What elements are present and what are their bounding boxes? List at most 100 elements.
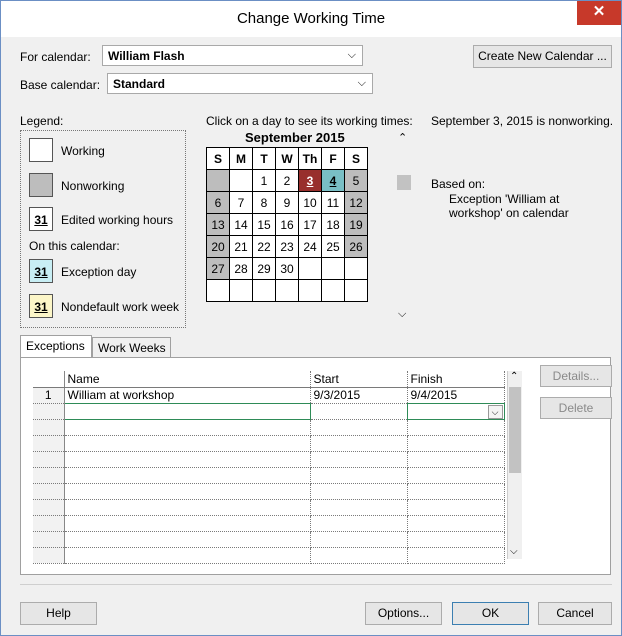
calendar-day[interactable]: 28 (229, 257, 253, 280)
calendar-day[interactable]: 2 (275, 169, 299, 192)
table-cell[interactable] (407, 435, 505, 452)
calendar-day[interactable] (206, 279, 230, 302)
table-cell[interactable] (64, 435, 311, 452)
row-number[interactable] (33, 403, 65, 420)
table-cell[interactable] (310, 451, 408, 468)
table-cell[interactable] (310, 467, 408, 484)
table-cell[interactable] (407, 515, 505, 532)
calendar-day[interactable] (252, 279, 276, 302)
table-cell[interactable] (407, 467, 505, 484)
calendar-day[interactable] (344, 257, 368, 280)
help-button[interactable]: Help (20, 602, 97, 625)
column-header-name[interactable]: Name (64, 371, 311, 388)
table-cell[interactable] (64, 547, 311, 564)
exception-finish-cell[interactable]: 9/4/2015 (407, 387, 505, 404)
row-number[interactable] (33, 419, 65, 436)
exception-name-cell[interactable]: William at workshop (64, 387, 311, 404)
ok-button[interactable]: OK (452, 602, 529, 625)
table-cell[interactable] (407, 451, 505, 468)
tab-exceptions[interactable]: Exceptions (20, 335, 92, 359)
calendar-day[interactable] (344, 279, 368, 302)
table-cell[interactable] (407, 483, 505, 500)
table-cell-active[interactable] (63, 402, 311, 420)
calendar-day-exception[interactable]: 4 (321, 169, 345, 192)
create-new-calendar-button[interactable]: Create New Calendar ... (473, 45, 612, 68)
calendar-day[interactable]: 1 (252, 169, 276, 192)
calendar-day[interactable]: 27 (206, 257, 230, 280)
row-number[interactable]: 1 (33, 387, 65, 404)
calendar-day[interactable]: 10 (298, 191, 322, 214)
calendar-day[interactable]: 15 (252, 213, 276, 236)
base-calendar-combo[interactable]: Standard ⌵ (107, 73, 373, 94)
calendar-day[interactable] (321, 257, 345, 280)
close-button[interactable]: ✕ (577, 1, 621, 25)
calendar-day[interactable]: 18 (321, 213, 345, 236)
calendar-day[interactable]: 7 (229, 191, 253, 214)
table-cell[interactable] (64, 515, 311, 532)
calendar-day[interactable]: 26 (344, 235, 368, 258)
row-number[interactable] (33, 515, 65, 532)
table-cell[interactable] (64, 531, 311, 548)
table-cell[interactable] (310, 483, 408, 500)
table-cell[interactable] (310, 435, 408, 452)
table-cell[interactable] (310, 547, 408, 564)
table-cell[interactable] (64, 499, 311, 516)
tab-work-weeks[interactable]: Work Weeks (92, 337, 171, 359)
calendar-day[interactable]: 9 (275, 191, 299, 214)
calendar-day[interactable] (298, 257, 322, 280)
column-header-finish[interactable]: Finish (407, 371, 505, 388)
calendar-day[interactable] (229, 279, 253, 302)
table-cell[interactable] (310, 419, 408, 436)
calendar-day[interactable]: 30 (275, 257, 299, 280)
table-scrollbar[interactable]: ⌃ ⌵ (507, 371, 522, 559)
calendar-scroll-thumb[interactable] (397, 175, 411, 190)
row-number[interactable] (33, 547, 65, 564)
calendar-day-selected[interactable]: 3 (298, 169, 322, 192)
calendar-day[interactable]: 29 (252, 257, 276, 280)
row-number[interactable] (33, 467, 65, 484)
finish-date-picker[interactable]: ⌵ (406, 402, 505, 420)
table-cell[interactable] (64, 419, 311, 436)
row-number[interactable] (33, 451, 65, 468)
for-calendar-combo[interactable]: William Flash ⌵ (102, 45, 363, 66)
calendar-day[interactable]: 13 (206, 213, 230, 236)
scroll-up-icon[interactable]: ⌃ (510, 371, 518, 382)
row-number[interactable] (33, 531, 65, 548)
table-cell[interactable] (64, 451, 311, 468)
calendar-day[interactable]: 24 (298, 235, 322, 258)
calendar-day[interactable]: 12 (344, 191, 368, 214)
calendar-day[interactable]: 23 (275, 235, 299, 258)
calendar-day[interactable]: 19 (344, 213, 368, 236)
calendar-day[interactable] (275, 279, 299, 302)
scroll-down-icon[interactable]: ⌵ (510, 546, 518, 557)
calendar-day[interactable]: 6 (206, 191, 230, 214)
table-cell[interactable] (407, 419, 505, 436)
table-cell[interactable] (310, 403, 408, 420)
table-cell[interactable] (407, 547, 505, 564)
table-cell[interactable] (310, 531, 408, 548)
row-number[interactable] (33, 499, 65, 516)
table-cell[interactable] (407, 531, 505, 548)
calendar-day[interactable]: 21 (229, 235, 253, 258)
table-cell[interactable] (64, 467, 311, 484)
calendar-day[interactable]: 8 (252, 191, 276, 214)
column-header-start[interactable]: Start (310, 371, 408, 388)
calendar-day[interactable]: 14 (229, 213, 253, 236)
calendar-day[interactable]: 25 (321, 235, 345, 258)
calendar-scroll-up-icon[interactable]: ⌃ (398, 131, 407, 144)
table-cell[interactable] (407, 499, 505, 516)
calendar-day[interactable]: 20 (206, 235, 230, 258)
details-button[interactable]: Details... (540, 365, 612, 387)
calendar-day[interactable]: 5 (344, 169, 368, 192)
table-scroll-thumb[interactable] (509, 387, 521, 473)
calendar-day[interactable]: 11 (321, 191, 345, 214)
calendar-scroll-down-icon[interactable]: ⌵ (398, 308, 406, 321)
exception-start-cell[interactable]: 9/3/2015 (310, 387, 408, 404)
calendar-day[interactable]: 22 (252, 235, 276, 258)
calendar-day[interactable] (229, 169, 253, 192)
calendar-day[interactable] (321, 279, 345, 302)
calendar-day[interactable]: 16 (275, 213, 299, 236)
table-cell[interactable] (64, 483, 311, 500)
calendar-day[interactable]: 17 (298, 213, 322, 236)
calendar-day[interactable] (298, 279, 322, 302)
